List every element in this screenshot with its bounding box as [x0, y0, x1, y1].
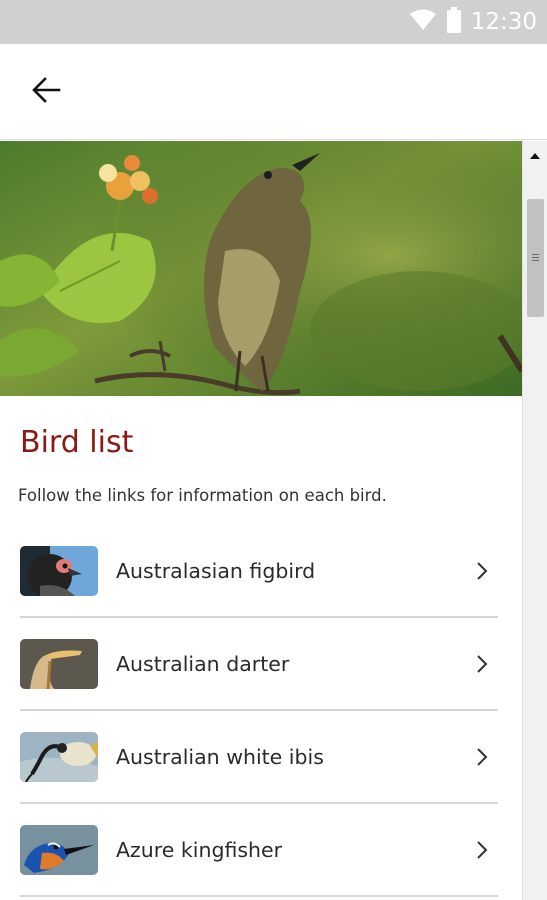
intro-text: Follow the links for information on each…: [18, 486, 387, 505]
scrollbar[interactable]: [522, 141, 547, 900]
ibis-thumbnail: [20, 731, 98, 782]
list-item[interactable]: Azure kingfisher: [20, 804, 498, 897]
chevron-right-icon: [472, 838, 492, 862]
chevron-right-icon: [472, 652, 492, 676]
caret-up-icon: [530, 144, 540, 163]
back-button[interactable]: [20, 68, 72, 116]
hero-bird-image: [0, 141, 522, 396]
figbird-thumbnail: [20, 545, 98, 596]
bird-name: Australasian figbird: [116, 558, 316, 583]
page-title: Bird list: [20, 425, 134, 460]
app-bar: [0, 44, 547, 140]
kingfisher-thumbnail: [20, 824, 98, 875]
status-bar: 12:30: [0, 0, 547, 44]
chevron-right-icon: [472, 559, 492, 583]
bird-name: Australian white ibis: [116, 744, 324, 769]
scroll-thumb[interactable]: [527, 199, 544, 317]
wifi-icon: [409, 9, 437, 35]
arrow-left-icon: [31, 76, 61, 108]
bird-name: Australian darter: [116, 651, 290, 676]
grip-icon: [532, 254, 539, 262]
list-item[interactable]: Australasian figbird: [20, 525, 498, 618]
status-time: 12:30: [470, 9, 537, 35]
bird-list: Australasian figbird Australian darter A…: [20, 525, 498, 897]
battery-icon: [446, 7, 461, 37]
bird-name: Azure kingfisher: [116, 837, 283, 862]
scroll-up-button[interactable]: [523, 141, 547, 165]
darter-thumbnail: [20, 638, 98, 689]
list-item[interactable]: Australian white ibis: [20, 711, 498, 804]
chevron-right-icon: [472, 745, 492, 769]
list-item[interactable]: Australian darter: [20, 618, 498, 711]
web-content[interactable]: Bird list Follow the links for informati…: [0, 141, 522, 900]
